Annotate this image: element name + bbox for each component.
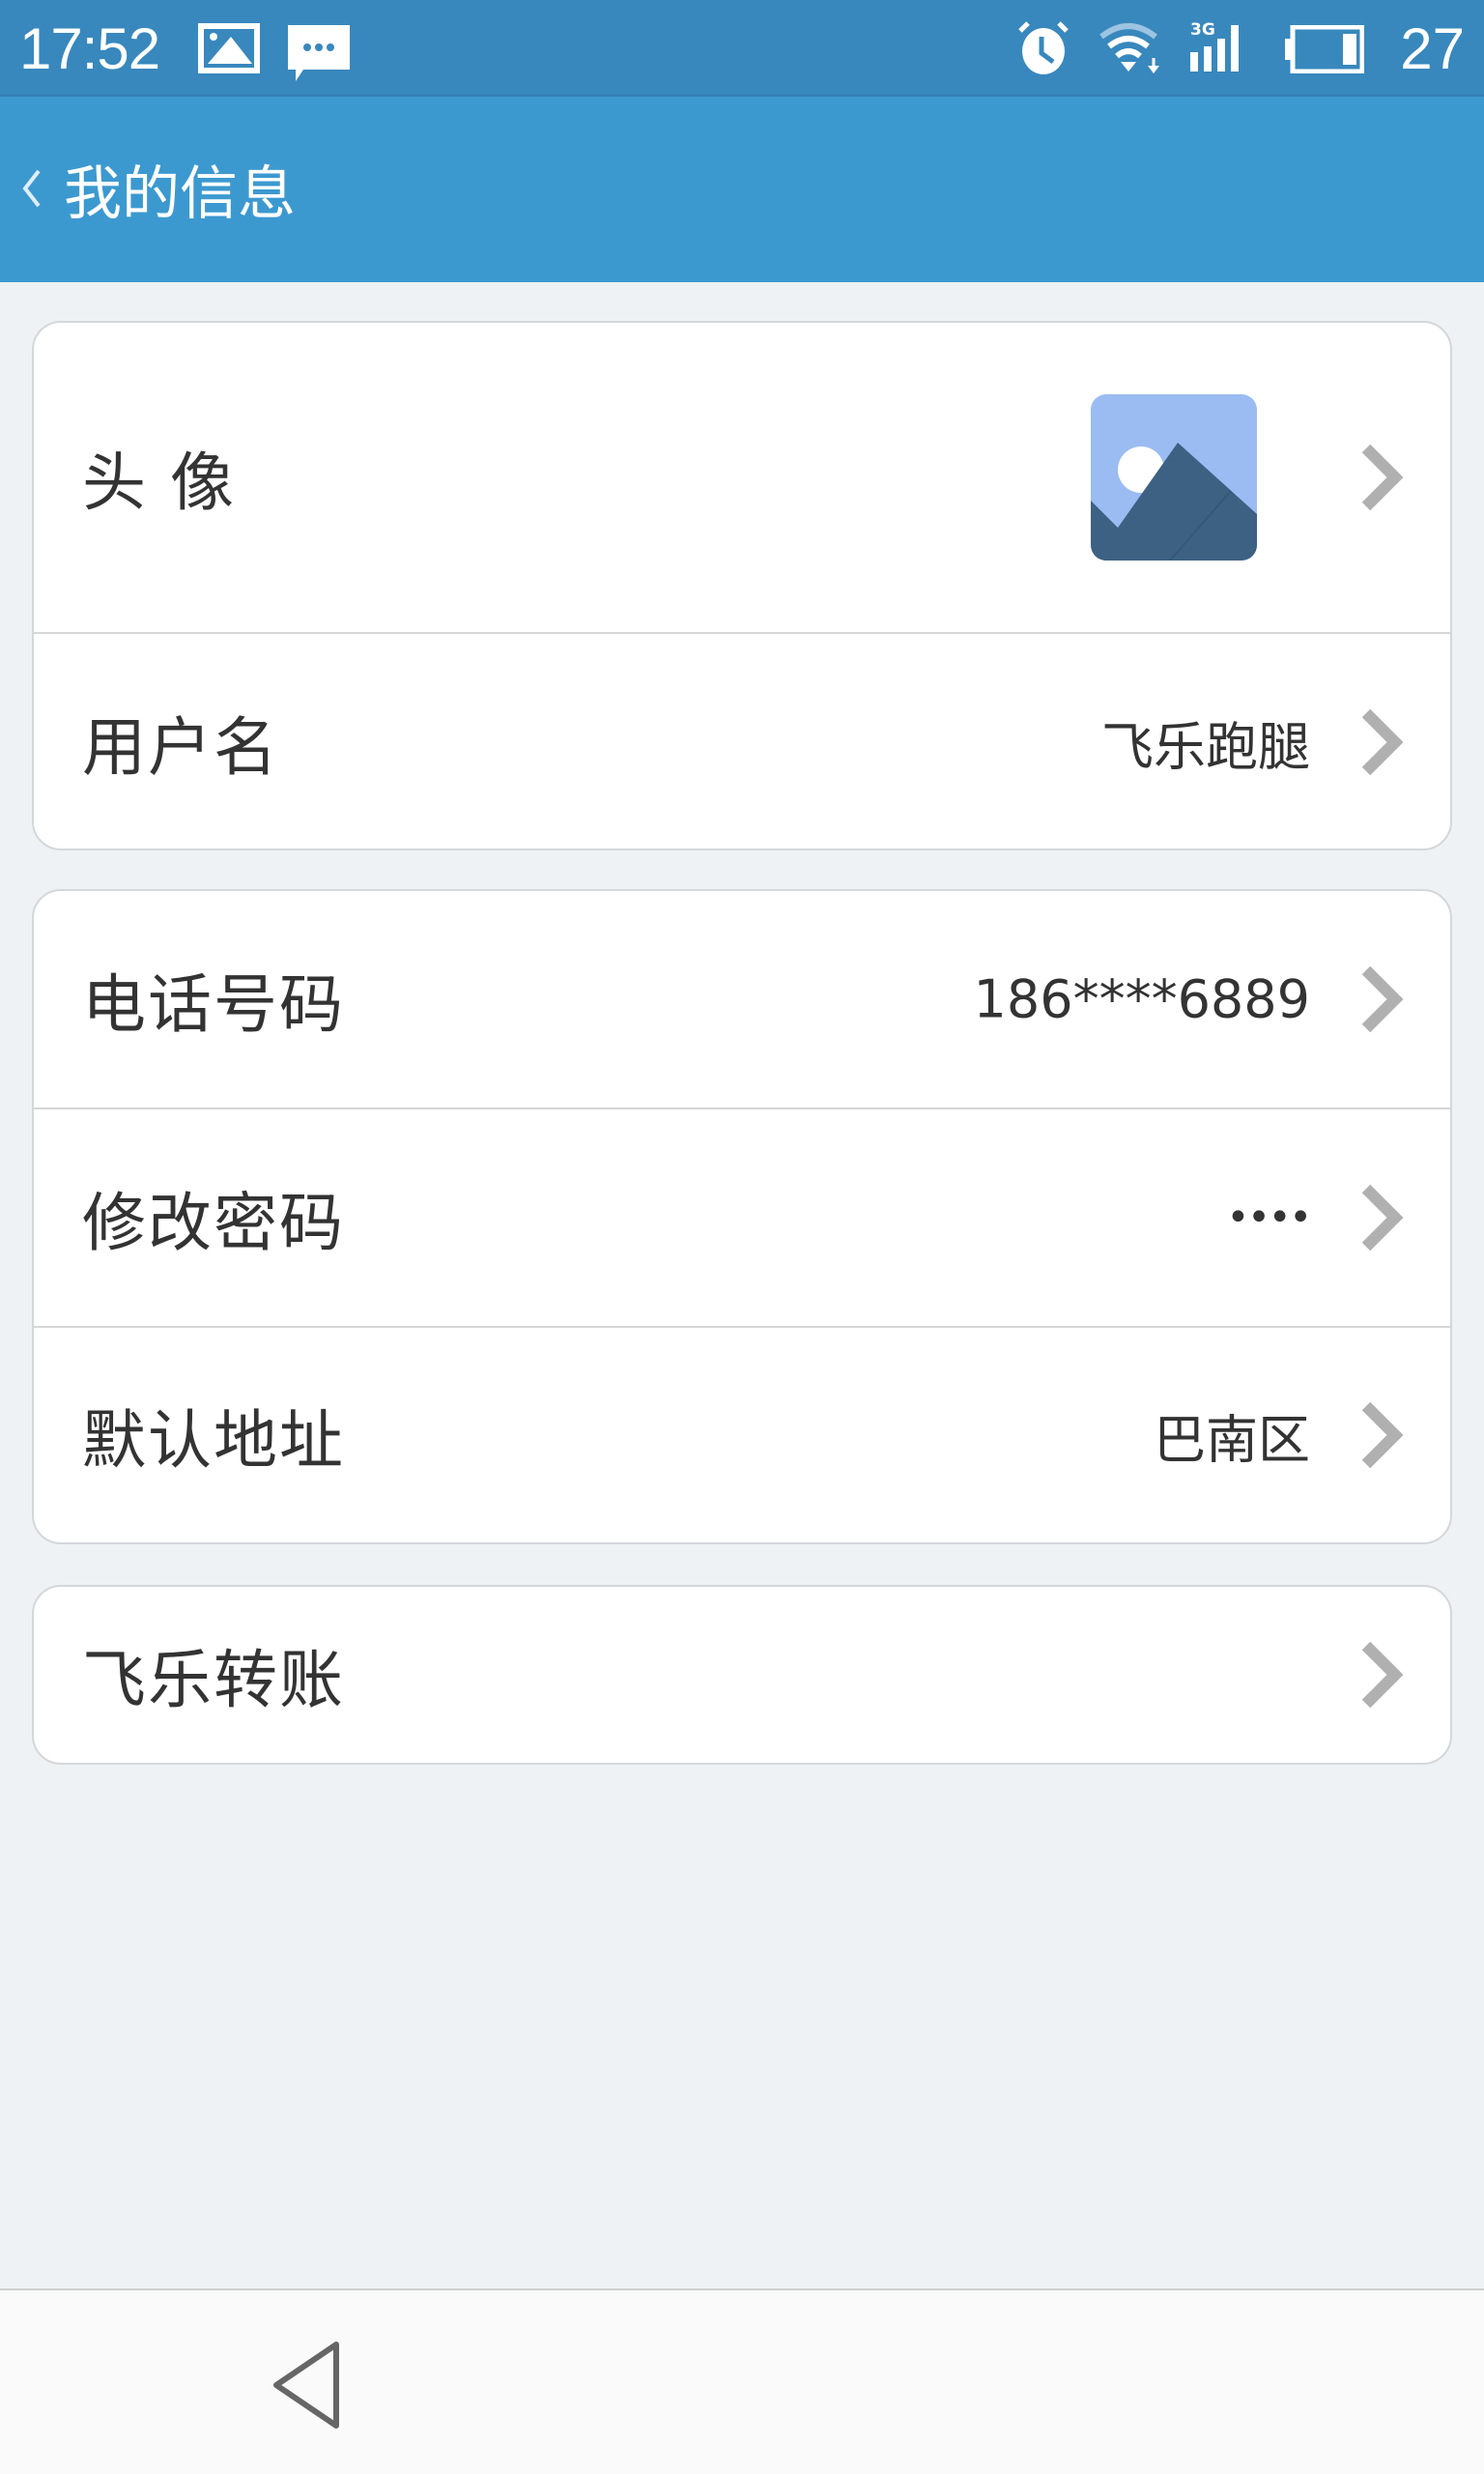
change-password-label: 修改密码	[82, 1186, 345, 1260]
account-card: 电话号码 186****6889 修改密码 •••• 默认地址 巴南区	[32, 889, 1452, 1544]
password-mask: ••••	[1226, 1195, 1312, 1240]
transfer-label: 飞乐转账	[82, 1643, 345, 1717]
username-value: 飞乐跑腿	[1101, 716, 1310, 778]
wifi-icon	[1099, 23, 1159, 73]
3g-signal-icon: 3G	[1190, 20, 1239, 72]
phone-value: 186****6889	[973, 968, 1311, 1030]
back-button[interactable]: 我的信息	[14, 145, 296, 232]
username-label: 用户名	[82, 710, 279, 785]
avatar[interactable]	[1091, 394, 1257, 561]
status-time: 17:52	[19, 16, 160, 81]
alarm-icon	[1018, 21, 1069, 74]
chevron-right-icon	[1361, 1641, 1404, 1709]
triangle-back-icon[interactable]	[269, 2339, 346, 2431]
phone-row[interactable]: 电话号码 186****6889	[34, 891, 1450, 1109]
change-password-row[interactable]: 修改密码 ••••	[34, 1109, 1450, 1328]
battery-icon	[1285, 25, 1364, 73]
transfer-card: 飞乐转账	[32, 1585, 1452, 1765]
avatar-row[interactable]: 头 像	[34, 323, 1450, 634]
chevron-right-icon	[1361, 708, 1404, 776]
username-row[interactable]: 用户名 飞乐跑腿	[34, 634, 1450, 849]
profile-card: 头 像 用户名 飞乐跑腿	[32, 321, 1452, 850]
chevron-right-icon	[1361, 965, 1404, 1033]
default-address-label: 默认地址	[82, 1403, 345, 1478]
phone-label: 电话号码	[82, 967, 345, 1042]
battery-level: 27	[1400, 16, 1465, 81]
status-bar: 17:52 3G 27	[0, 0, 1484, 97]
chevron-right-icon	[1361, 444, 1404, 511]
default-address-value: 巴南区	[1154, 1409, 1310, 1471]
image-placeholder-icon	[1091, 394, 1257, 561]
default-address-row[interactable]: 默认地址 巴南区	[34, 1328, 1450, 1542]
chevron-left-icon	[22, 169, 41, 208]
app-header: 我的信息	[0, 97, 1484, 282]
network-type-label: 3G	[1190, 20, 1215, 40]
avatar-label: 头 像	[82, 446, 236, 520]
system-nav-bar	[0, 2288, 1484, 2474]
message-notification-icon	[288, 25, 350, 81]
gallery-notification-icon	[198, 23, 260, 73]
transfer-row[interactable]: 飞乐转账	[34, 1587, 1450, 1763]
chevron-right-icon	[1361, 1401, 1404, 1469]
chevron-right-icon	[1361, 1184, 1404, 1251]
page-title: 我的信息	[64, 159, 296, 228]
